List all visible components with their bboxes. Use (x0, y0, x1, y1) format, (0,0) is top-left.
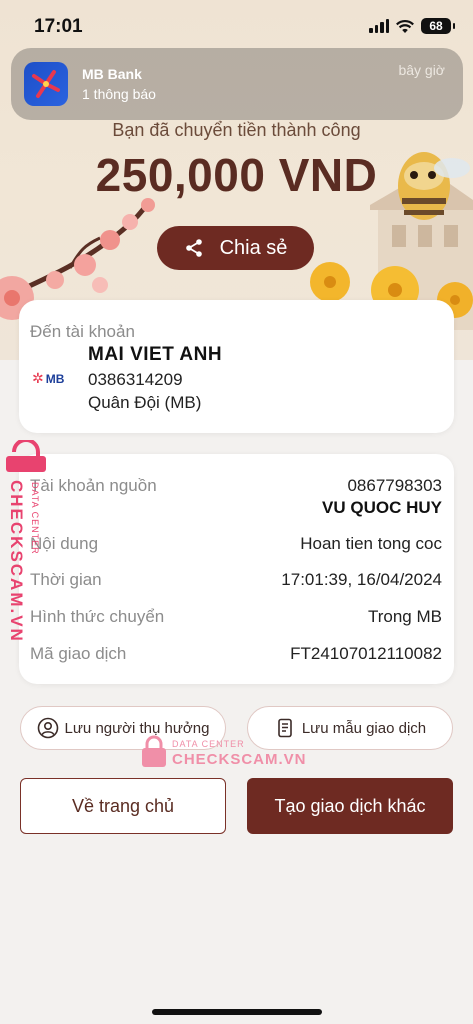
clock: 17:01 (34, 16, 83, 37)
save-template-button[interactable]: Lưu mẫu giao dịch (247, 706, 453, 750)
home-indicator[interactable] (152, 1009, 322, 1015)
time-value: 17:01:39, 16/04/2024 (281, 570, 442, 589)
lock-watermark-icon (142, 735, 166, 767)
recipient-bank: Quân Đội (MB) (88, 393, 202, 412)
home-button-label: Về trang chủ (71, 795, 175, 816)
transfer-amount: 250,000 VND (95, 149, 378, 201)
source-account-row: Tài khoản nguồn 0867798303 (30, 476, 442, 496)
share-icon (185, 239, 202, 257)
source-name-row: VU QUOC HUY (30, 498, 442, 518)
new-transaction-label: Tạo giao dịch khác (274, 795, 426, 816)
star-icon: ✲ (32, 370, 44, 386)
share-button[interactable]: Chia sẻ (157, 226, 314, 270)
mb-bank-logo: ✲ MB (32, 370, 65, 386)
save-template-label: Lưu mẫu giao dịch (301, 719, 427, 737)
watermark-center-brand: CHECKSCAM.VN (172, 751, 307, 768)
transaction-details-card: Tài khoản nguồn 0867798303 VU QUOC HUY N… (19, 454, 454, 684)
recipient-name: MAI VIET ANH (88, 344, 223, 365)
method-row: Hình thức chuyển Trong MB (30, 607, 442, 627)
transaction-code-row: Mã giao dịch FT24107012110082 (30, 644, 442, 664)
share-label: Chia sẻ (219, 236, 288, 259)
save-beneficiary-label: Lưu người thụ hưởng (64, 719, 210, 737)
document-icon (278, 718, 292, 738)
notification-app-name: MB Bank (82, 66, 142, 82)
wifi-icon (396, 19, 414, 33)
time-row: Thời gian 17:01:39, 16/04/2024 (30, 570, 442, 590)
source-account-name: VU QUOC HUY (322, 498, 442, 517)
watermark-sub-vertical: DATA CENTER (30, 482, 40, 555)
recipient-card: Đến tài khoản ✲ MB MAI VIET ANH 03863142… (19, 300, 454, 433)
transaction-code-value: FT24107012110082 (290, 644, 442, 663)
mb-bank-app-icon (24, 62, 68, 106)
notification-time: bây giờ (398, 62, 445, 78)
new-transaction-button[interactable]: Tạo giao dịch khác (247, 778, 453, 834)
notification-banner[interactable]: MB Bank 1 thông báo bây giờ (11, 48, 463, 120)
watermark-vertical: CHECKSCAM.VN DATA CENTER (0, 438, 52, 643)
notification-message: 1 thông báo (82, 86, 156, 102)
watermark-center-sub: DATA CENTER (172, 739, 245, 749)
cellular-signal-icon (369, 19, 389, 33)
content-row: Nội dung Hoan tien tong coc (30, 534, 442, 554)
user-circle-icon (37, 717, 58, 739)
recipient-label: Đến tài khoản (30, 322, 135, 341)
source-account-value: 0867798303 (347, 476, 442, 495)
success-title: Bạn đã chuyển tiền thành công (112, 120, 361, 140)
status-bar: 17:01 68 (0, 0, 473, 52)
home-button[interactable]: Về trang chủ (20, 778, 226, 834)
method-value: Trong MB (367, 607, 442, 626)
battery-icon: 68 (421, 18, 455, 34)
watermark-brand-vertical: CHECKSCAM.VN (7, 480, 26, 643)
content-value: Hoan tien tong coc (300, 534, 442, 553)
recipient-account: 0386314209 (88, 370, 183, 389)
transaction-code-label: Mã giao dịch (30, 644, 127, 663)
